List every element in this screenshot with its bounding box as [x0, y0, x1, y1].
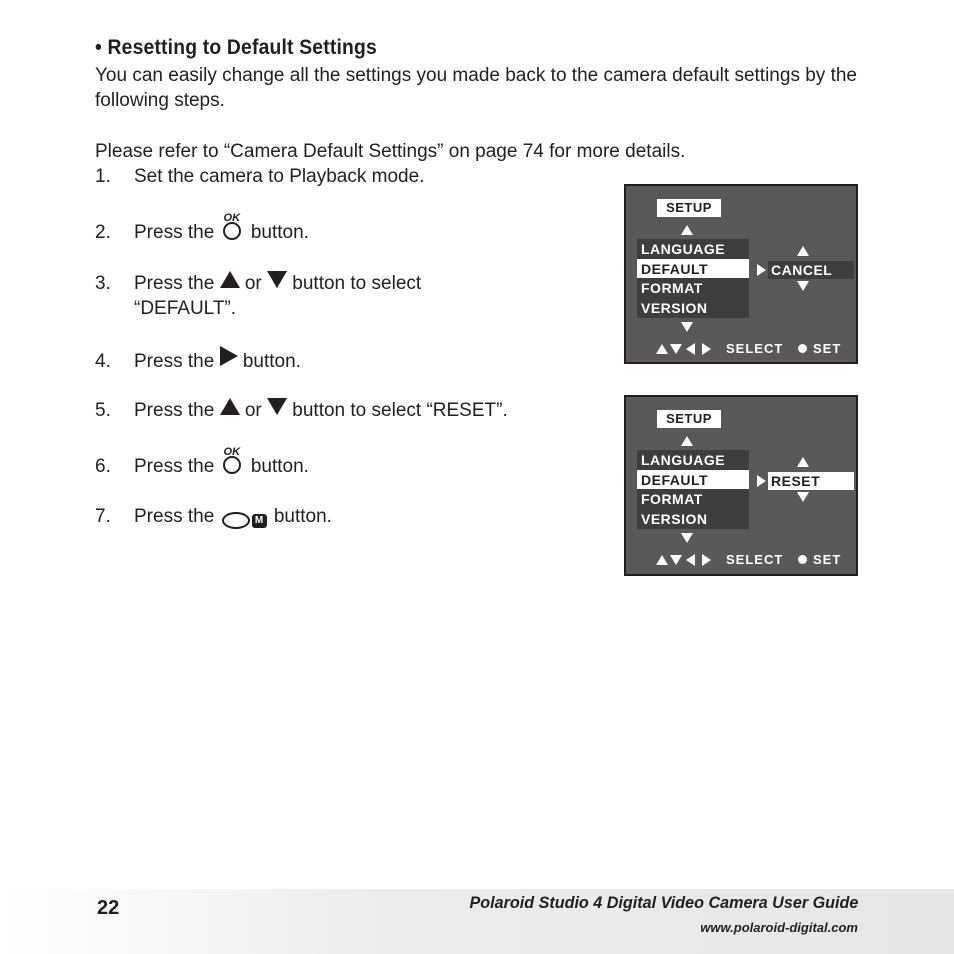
- step-text: Set the camera to Playback mode.: [134, 166, 425, 187]
- heading-bullet: •: [95, 36, 102, 59]
- hint-down-icon: [670, 344, 682, 354]
- step-number: 4.: [95, 351, 111, 372]
- hint-set-label: SET: [813, 552, 842, 567]
- step-number: 3.: [95, 273, 111, 294]
- option-cancel: CANCEL: [768, 261, 854, 279]
- hint-up-icon: [656, 344, 668, 354]
- menu-button-icon: M: [221, 508, 267, 533]
- step-2: 2. Press the OK button.: [95, 212, 309, 245]
- right-arrow-icon: [757, 264, 766, 276]
- up-arrow-icon: [219, 398, 240, 415]
- up-arrow-icon: [681, 436, 693, 446]
- camera-screen-reset: SETUP LANGUAGE DEFAULT FORMAT VERSION RE…: [624, 395, 858, 576]
- up-arrow-icon: [681, 225, 693, 235]
- page-number: 22: [97, 897, 120, 919]
- hint-left-icon: [686, 554, 695, 566]
- step-text: Press the: [134, 400, 215, 421]
- step-text: button to select: [292, 273, 422, 294]
- menu-item-default: DEFAULT: [637, 469, 749, 489]
- hint-right-icon: [702, 554, 711, 566]
- set-dot-icon: [798, 344, 807, 353]
- step-text: Press the: [134, 506, 215, 527]
- intro-paragraph: You can easily change all the settings y…: [95, 65, 857, 111]
- hint-down-icon: [670, 555, 682, 565]
- step-number: 6.: [95, 456, 111, 477]
- step-5: 5. Press the or button to select “RESET”.: [95, 398, 508, 423]
- step-1: 1. Set the camera to Playback mode.: [95, 164, 424, 189]
- menu-item-language: LANGUAGE: [641, 241, 726, 257]
- down-arrow-icon: [797, 492, 809, 502]
- step-7: 7. Press the M button.: [95, 504, 332, 533]
- step-text: or: [244, 400, 262, 421]
- menu-item-language: LANGUAGE: [641, 452, 726, 468]
- menu-item-default: DEFAULT: [637, 258, 749, 278]
- down-arrow-icon: [681, 322, 693, 332]
- step-text: button.: [250, 456, 309, 477]
- guide-title: Polaroid Studio 4 Digital Video Camera U…: [469, 893, 858, 912]
- hint-select-label: SELECT: [726, 552, 784, 567]
- step-3: 3. Press the or button to select “DEFAULT…: [95, 271, 421, 321]
- up-arrow-icon: [219, 271, 240, 288]
- hint-up-icon: [656, 555, 668, 565]
- setup-menu-list: LANGUAGE DEFAULT FORMAT VERSION: [637, 450, 749, 529]
- ok-button-icon: OK: [222, 212, 244, 242]
- right-arrow-icon: [219, 346, 238, 366]
- step-text: Press the: [134, 222, 215, 243]
- step-text: button.: [273, 506, 332, 527]
- hint-select-label: SELECT: [726, 341, 784, 356]
- menu-item-format: FORMAT: [641, 491, 703, 507]
- up-arrow-icon: [797, 246, 809, 256]
- step-4: 4. Press the button.: [95, 346, 301, 374]
- step-number: 1.: [95, 166, 111, 187]
- step-number: 7.: [95, 506, 111, 527]
- step-number: 5.: [95, 400, 111, 421]
- page-footer: 22 Polaroid Studio 4 Digital Video Camer…: [0, 889, 954, 954]
- step-text: button.: [242, 351, 301, 372]
- step-text: button to select “RESET”.: [292, 400, 508, 421]
- down-arrow-icon: [267, 398, 288, 415]
- step-text: or: [244, 273, 262, 294]
- menu-item-version: VERSION: [641, 510, 708, 527]
- setup-title: SETUP: [657, 199, 721, 217]
- section-heading: • Resetting to Default Settings: [95, 36, 377, 60]
- step-continuation: “DEFAULT”.: [134, 298, 237, 319]
- set-dot-icon: [798, 555, 807, 564]
- up-arrow-icon: [797, 457, 809, 467]
- option-reset: RESET: [768, 472, 854, 490]
- setup-menu-list: LANGUAGE DEFAULT FORMAT VERSION: [637, 239, 749, 318]
- step-6: 6. Press the OK button.: [95, 446, 309, 479]
- hint-right-icon: [702, 343, 711, 355]
- hint-left-icon: [686, 343, 695, 355]
- right-arrow-icon: [757, 475, 766, 487]
- website-link[interactable]: www.polaroid-digital.com: [700, 920, 858, 935]
- down-arrow-icon: [681, 533, 693, 543]
- step-text: Press the: [134, 456, 215, 477]
- step-number: 2.: [95, 222, 111, 243]
- down-arrow-icon: [797, 281, 809, 291]
- step-text: button.: [250, 222, 309, 243]
- hint-set-label: SET: [813, 341, 842, 356]
- down-arrow-icon: [267, 271, 288, 288]
- step-text: Press the: [134, 351, 215, 372]
- ok-button-icon: OK: [222, 446, 244, 476]
- step-text: Press the: [134, 273, 215, 294]
- heading-title: Resetting to Default Settings: [107, 36, 377, 59]
- reference-paragraph: Please refer to “Camera Default Settings…: [95, 141, 686, 162]
- menu-item-format: FORMAT: [641, 280, 703, 296]
- setup-title: SETUP: [657, 410, 721, 428]
- menu-item-version: VERSION: [641, 299, 708, 316]
- camera-screen-cancel: SETUP LANGUAGE DEFAULT FORMAT VERSION CA…: [624, 184, 858, 364]
